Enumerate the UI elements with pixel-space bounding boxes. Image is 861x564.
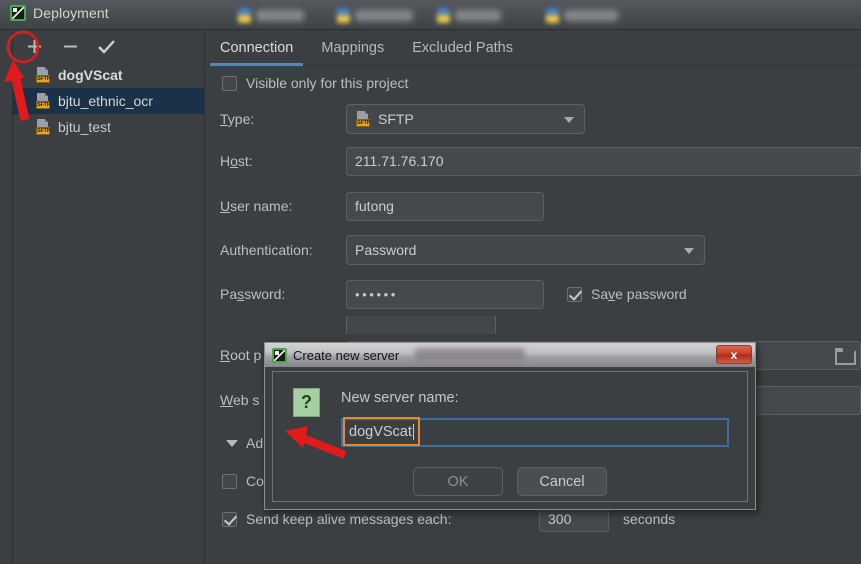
- page-title: Deployment: [33, 5, 109, 21]
- type-select[interactable]: SFTP SFTP: [346, 104, 585, 134]
- dialog-title: Create new server: [293, 347, 400, 363]
- chevron-down-icon: [226, 439, 238, 447]
- check-icon: [97, 39, 115, 54]
- ide-editor-tabstrip: [0, 0, 861, 30]
- server-name: bjtu_ethnic_ocr: [58, 93, 153, 109]
- username-value: futong: [355, 198, 394, 214]
- question-icon: ?: [293, 388, 320, 417]
- chevron-down-icon: [564, 117, 574, 123]
- remove-server-button[interactable]: [57, 33, 83, 59]
- settings-tabs: Connection Mappings Excluded Paths: [206, 30, 861, 66]
- host-value: 211.71.76.170: [355, 153, 444, 169]
- password-row: Password: •••••• Save password: [206, 272, 861, 316]
- tab-connection[interactable]: Connection: [206, 30, 307, 66]
- type-label: Type:: [220, 111, 255, 127]
- chevron-down-icon: [684, 248, 694, 254]
- password-input[interactable]: ••••••: [346, 279, 544, 309]
- type-value: SFTP: [378, 111, 414, 127]
- authentication-row: Authentication: Password: [206, 228, 861, 272]
- value-highlight: dogVScat: [343, 417, 420, 446]
- dialog-buttons: OK Cancel: [273, 467, 747, 496]
- visible-only-row: Visible only for this project: [206, 66, 861, 100]
- create-new-server-dialog: Create new server x ? New server name: d…: [264, 342, 756, 510]
- test-connection-row: [206, 316, 861, 334]
- sftp-icon: SFTP: [35, 119, 51, 135]
- pycharm-icon: [10, 5, 26, 21]
- tab-label: Connection: [220, 39, 294, 56]
- sftp-icon: SFTP: [355, 111, 371, 127]
- authentication-value: Password: [355, 242, 417, 258]
- save-password-label: Save password: [591, 286, 687, 302]
- host-input[interactable]: 211.71.76.170: [346, 146, 861, 176]
- ok-button[interactable]: OK: [413, 467, 503, 496]
- new-server-name-input[interactable]: dogVScat: [341, 417, 729, 447]
- text-caret: [412, 423, 414, 440]
- server-list: SFTP dogVScat SFTP bjtu_ethnic_ocr SFTP …: [13, 62, 204, 140]
- plus-icon: [27, 39, 41, 53]
- pycharm-icon: [272, 347, 287, 363]
- host-row: Host: 211.71.76.170: [206, 138, 861, 184]
- deployment-window: Deployment SFTP dogVScat SFTP bjtu_ethni…: [0, 0, 861, 564]
- list-item[interactable]: SFTP dogVScat: [13, 62, 204, 88]
- save-password-checkbox[interactable]: [567, 286, 582, 302]
- test-connection-button[interactable]: [346, 316, 496, 334]
- keepalive-value: 300: [548, 511, 572, 527]
- keepalive-label: Send keep alive messages each:: [246, 511, 452, 527]
- server-name: bjtu_test: [58, 119, 111, 135]
- keepalive-checkbox[interactable]: [222, 511, 237, 527]
- type-row: Type: SFTP SFTP: [206, 100, 861, 138]
- sftp-icon: SFTP: [35, 67, 51, 83]
- new-server-name-value: dogVScat: [349, 423, 412, 440]
- concurrent-connections-checkbox[interactable]: [222, 473, 237, 489]
- server-list-toolbar: [13, 30, 204, 62]
- sftp-icon: SFTP: [35, 93, 51, 109]
- host-label: Host:: [220, 153, 253, 169]
- cancel-button[interactable]: Cancel: [517, 467, 607, 496]
- folder-browse-icon[interactable]: [835, 348, 856, 365]
- visible-only-label: Visible only for this project: [246, 75, 409, 91]
- window-title: Deployment: [10, 5, 109, 21]
- password-value: ••••••: [355, 286, 398, 302]
- server-name: dogVScat: [58, 67, 123, 83]
- username-input[interactable]: futong: [346, 191, 544, 221]
- set-default-server-button[interactable]: [93, 33, 119, 59]
- close-icon[interactable]: x: [716, 345, 752, 364]
- dialog-body: ? New server name: dogVScat OK Cancel: [272, 371, 748, 502]
- keepalive-unit: seconds: [623, 511, 676, 527]
- advanced-options-label: Ad: [246, 435, 264, 451]
- minus-icon: [63, 45, 77, 47]
- username-row: User name: futong: [206, 184, 861, 228]
- list-item[interactable]: SFTP bjtu_ethnic_ocr: [13, 88, 204, 114]
- authentication-label: Authentication:: [220, 242, 313, 258]
- new-server-name-label: New server name:: [341, 390, 459, 406]
- visible-only-checkbox[interactable]: [222, 75, 237, 91]
- password-label: Password:: [220, 286, 286, 302]
- server-list-panel: SFTP dogVScat SFTP bjtu_ethnic_ocr SFTP …: [12, 30, 205, 564]
- tab-excluded-paths[interactable]: Excluded Paths: [398, 30, 527, 66]
- list-item[interactable]: SFTP bjtu_test: [13, 114, 204, 140]
- dialog-titlebar[interactable]: Create new server x: [265, 343, 755, 367]
- tab-label: Mappings: [321, 39, 385, 56]
- authentication-select[interactable]: Password: [346, 235, 705, 265]
- add-server-button[interactable]: [21, 33, 47, 59]
- username-label: User name:: [220, 198, 293, 214]
- tab-mappings[interactable]: Mappings: [307, 30, 398, 66]
- tab-label: Excluded Paths: [412, 39, 513, 56]
